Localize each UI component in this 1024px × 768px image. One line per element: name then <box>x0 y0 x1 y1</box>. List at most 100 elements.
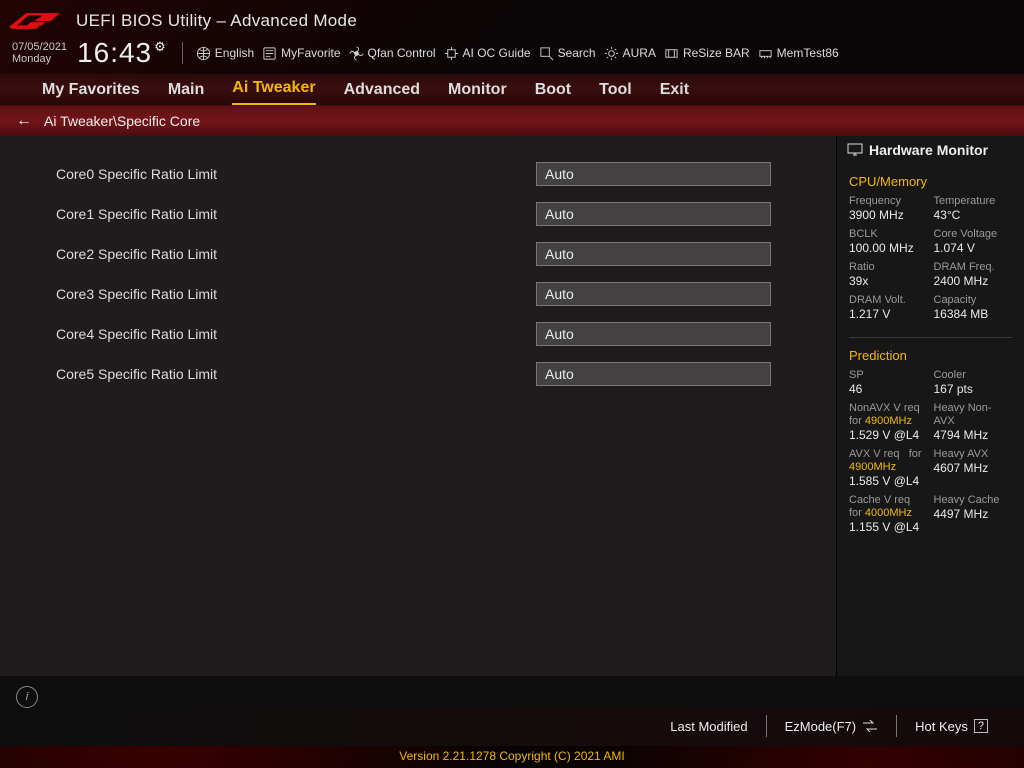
gear-icon[interactable]: ⚙ <box>154 39 167 55</box>
main-area: Core0 Specific Ratio Limit Core1 Specifi… <box>0 136 1024 676</box>
resize-icon <box>664 46 679 61</box>
hw-label: SP <box>849 369 928 382</box>
fan-icon <box>349 46 364 61</box>
hw-value: 4794 MHz <box>934 428 1013 446</box>
chip-icon <box>444 46 459 61</box>
hw-grid-prediction: SP46 Cooler167 pts NonAVX V reqfor 4900M… <box>837 369 1024 546</box>
hw-value: 167 pts <box>934 382 1013 400</box>
setting-value-input[interactable] <box>536 202 771 226</box>
tab-main[interactable]: Main <box>168 75 204 105</box>
breadcrumb-bar: ← Ai Tweaker\Specific Core <box>0 106 1024 136</box>
setting-value-input[interactable] <box>536 162 771 186</box>
hw-grid-cpu: Frequency3900 MHz Temperature43°C BCLK10… <box>837 195 1024 333</box>
search-button[interactable]: Search <box>537 44 598 63</box>
hw-value: 3900 MHz <box>849 208 928 226</box>
ezmode-button[interactable]: EzMode(F7) <box>767 715 897 737</box>
setting-label: Core1 Specific Ratio Limit <box>56 206 536 222</box>
back-arrow-icon[interactable]: ← <box>16 112 32 130</box>
setting-value-input[interactable] <box>536 282 771 306</box>
search-icon <box>539 46 554 61</box>
setting-label: Core3 Specific Ratio Limit <box>56 286 536 302</box>
nav-tabs: My Favorites Main Ai Tweaker Advanced Mo… <box>0 74 1024 106</box>
hw-value: 39x <box>849 274 928 292</box>
tool-strip: 07/05/2021 Monday 16:43 ⚙ English MyFavo… <box>0 36 1024 74</box>
hw-label: NonAVX V reqfor 4900MHz <box>849 402 928 428</box>
date-box: 07/05/2021 Monday <box>12 41 67 65</box>
hw-label: DRAM Freq. <box>934 261 1013 274</box>
hw-value: 100.00 MHz <box>849 241 928 259</box>
hw-label: Heavy AVX <box>934 448 1013 461</box>
setting-label: Core2 Specific Ratio Limit <box>56 246 536 262</box>
memory-icon <box>758 46 773 61</box>
rog-logo-icon <box>6 8 62 34</box>
hw-label: Capacity <box>934 294 1013 307</box>
title-bar: UEFI BIOS Utility – Advanced Mode <box>0 0 1024 36</box>
monitor-icon <box>847 143 863 157</box>
setting-row[interactable]: Core1 Specific Ratio Limit <box>56 194 808 234</box>
myfavorite-button[interactable]: MyFavorite <box>260 44 342 63</box>
setting-row[interactable]: Core4 Specific Ratio Limit <box>56 314 808 354</box>
setting-label: Core4 Specific Ratio Limit <box>56 326 536 342</box>
switch-icon <box>862 720 878 732</box>
day-text: Monday <box>12 53 67 65</box>
breadcrumb-text: Ai Tweaker\Specific Core <box>44 113 200 129</box>
hw-label: Frequency <box>849 195 928 208</box>
hw-label: Ratio <box>849 261 928 274</box>
hw-label: Temperature <box>934 195 1013 208</box>
hw-value: 1.217 V <box>849 307 928 325</box>
hw-value: 4497 MHz <box>934 507 1013 525</box>
separator <box>182 42 183 64</box>
hw-label: DRAM Volt. <box>849 294 928 307</box>
hw-label: Core Voltage <box>934 228 1013 241</box>
setting-value-input[interactable] <box>536 322 771 346</box>
hw-value: 46 <box>849 382 928 400</box>
setting-value-input[interactable] <box>536 362 771 386</box>
hw-label: Cache V reqfor 4000MHz <box>849 494 928 520</box>
setting-value-input[interactable] <box>536 242 771 266</box>
setting-label: Core5 Specific Ratio Limit <box>56 366 536 382</box>
aura-button[interactable]: AURA <box>602 44 658 63</box>
hw-value: 1.074 V <box>934 241 1013 259</box>
hw-value: 2400 MHz <box>934 274 1013 292</box>
last-modified-button[interactable]: Last Modified <box>652 715 765 737</box>
setting-row[interactable]: Core5 Specific Ratio Limit <box>56 354 808 394</box>
hw-label: Cooler <box>934 369 1013 382</box>
setting-row[interactable]: Core0 Specific Ratio Limit <box>56 154 808 194</box>
hardware-monitor-panel: Hardware Monitor CPU/Memory Frequency390… <box>836 136 1024 676</box>
aioc-button[interactable]: AI OC Guide <box>442 44 533 63</box>
setting-row[interactable]: Core2 Specific Ratio Limit <box>56 234 808 274</box>
setting-label: Core0 Specific Ratio Limit <box>56 166 536 182</box>
aura-icon <box>604 46 619 61</box>
tab-boot[interactable]: Boot <box>535 75 571 105</box>
memtest-button[interactable]: MemTest86 <box>756 44 841 63</box>
time-display[interactable]: 16:43 ⚙ <box>77 37 167 69</box>
setting-row[interactable]: Core3 Specific Ratio Limit <box>56 274 808 314</box>
resizebar-button[interactable]: ReSize BAR <box>662 44 752 63</box>
tab-exit[interactable]: Exit <box>660 75 689 105</box>
hw-label: Heavy Non-AVX <box>934 402 1013 428</box>
hw-value: 1.155 V @L4 <box>849 520 928 538</box>
hw-value: 1.585 V @L4 <box>849 474 928 492</box>
footer-bar: Last Modified EzMode(F7) Hot Keys ? <box>0 706 1024 746</box>
page-title: UEFI BIOS Utility – Advanced Mode <box>76 11 357 31</box>
hw-value: 16384 MB <box>934 307 1013 325</box>
hw-label: AVX V req for4900MHz <box>849 448 928 474</box>
tab-ai-tweaker[interactable]: Ai Tweaker <box>232 73 315 105</box>
tab-monitor[interactable]: Monitor <box>448 75 507 105</box>
language-button[interactable]: English <box>194 44 256 63</box>
hw-value: 4607 MHz <box>934 461 1013 479</box>
divider <box>849 337 1012 338</box>
settings-panel: Core0 Specific Ratio Limit Core1 Specifi… <box>0 136 836 676</box>
footer: Last Modified EzMode(F7) Hot Keys ? Vers… <box>0 706 1024 768</box>
hotkeys-button[interactable]: Hot Keys ? <box>897 715 1006 737</box>
hw-value: 43°C <box>934 208 1013 226</box>
qfan-button[interactable]: Qfan Control <box>347 44 438 63</box>
hw-section-cpu: CPU/Memory <box>837 166 1024 195</box>
tab-advanced[interactable]: Advanced <box>344 75 420 105</box>
hw-title: Hardware Monitor <box>837 136 1024 166</box>
hw-value: 1.529 V @L4 <box>849 428 928 446</box>
date-text: 07/05/2021 <box>12 41 67 53</box>
time-text: 16:43 <box>77 37 152 69</box>
tab-my-favorites[interactable]: My Favorites <box>42 75 140 105</box>
tab-tool[interactable]: Tool <box>599 75 632 105</box>
